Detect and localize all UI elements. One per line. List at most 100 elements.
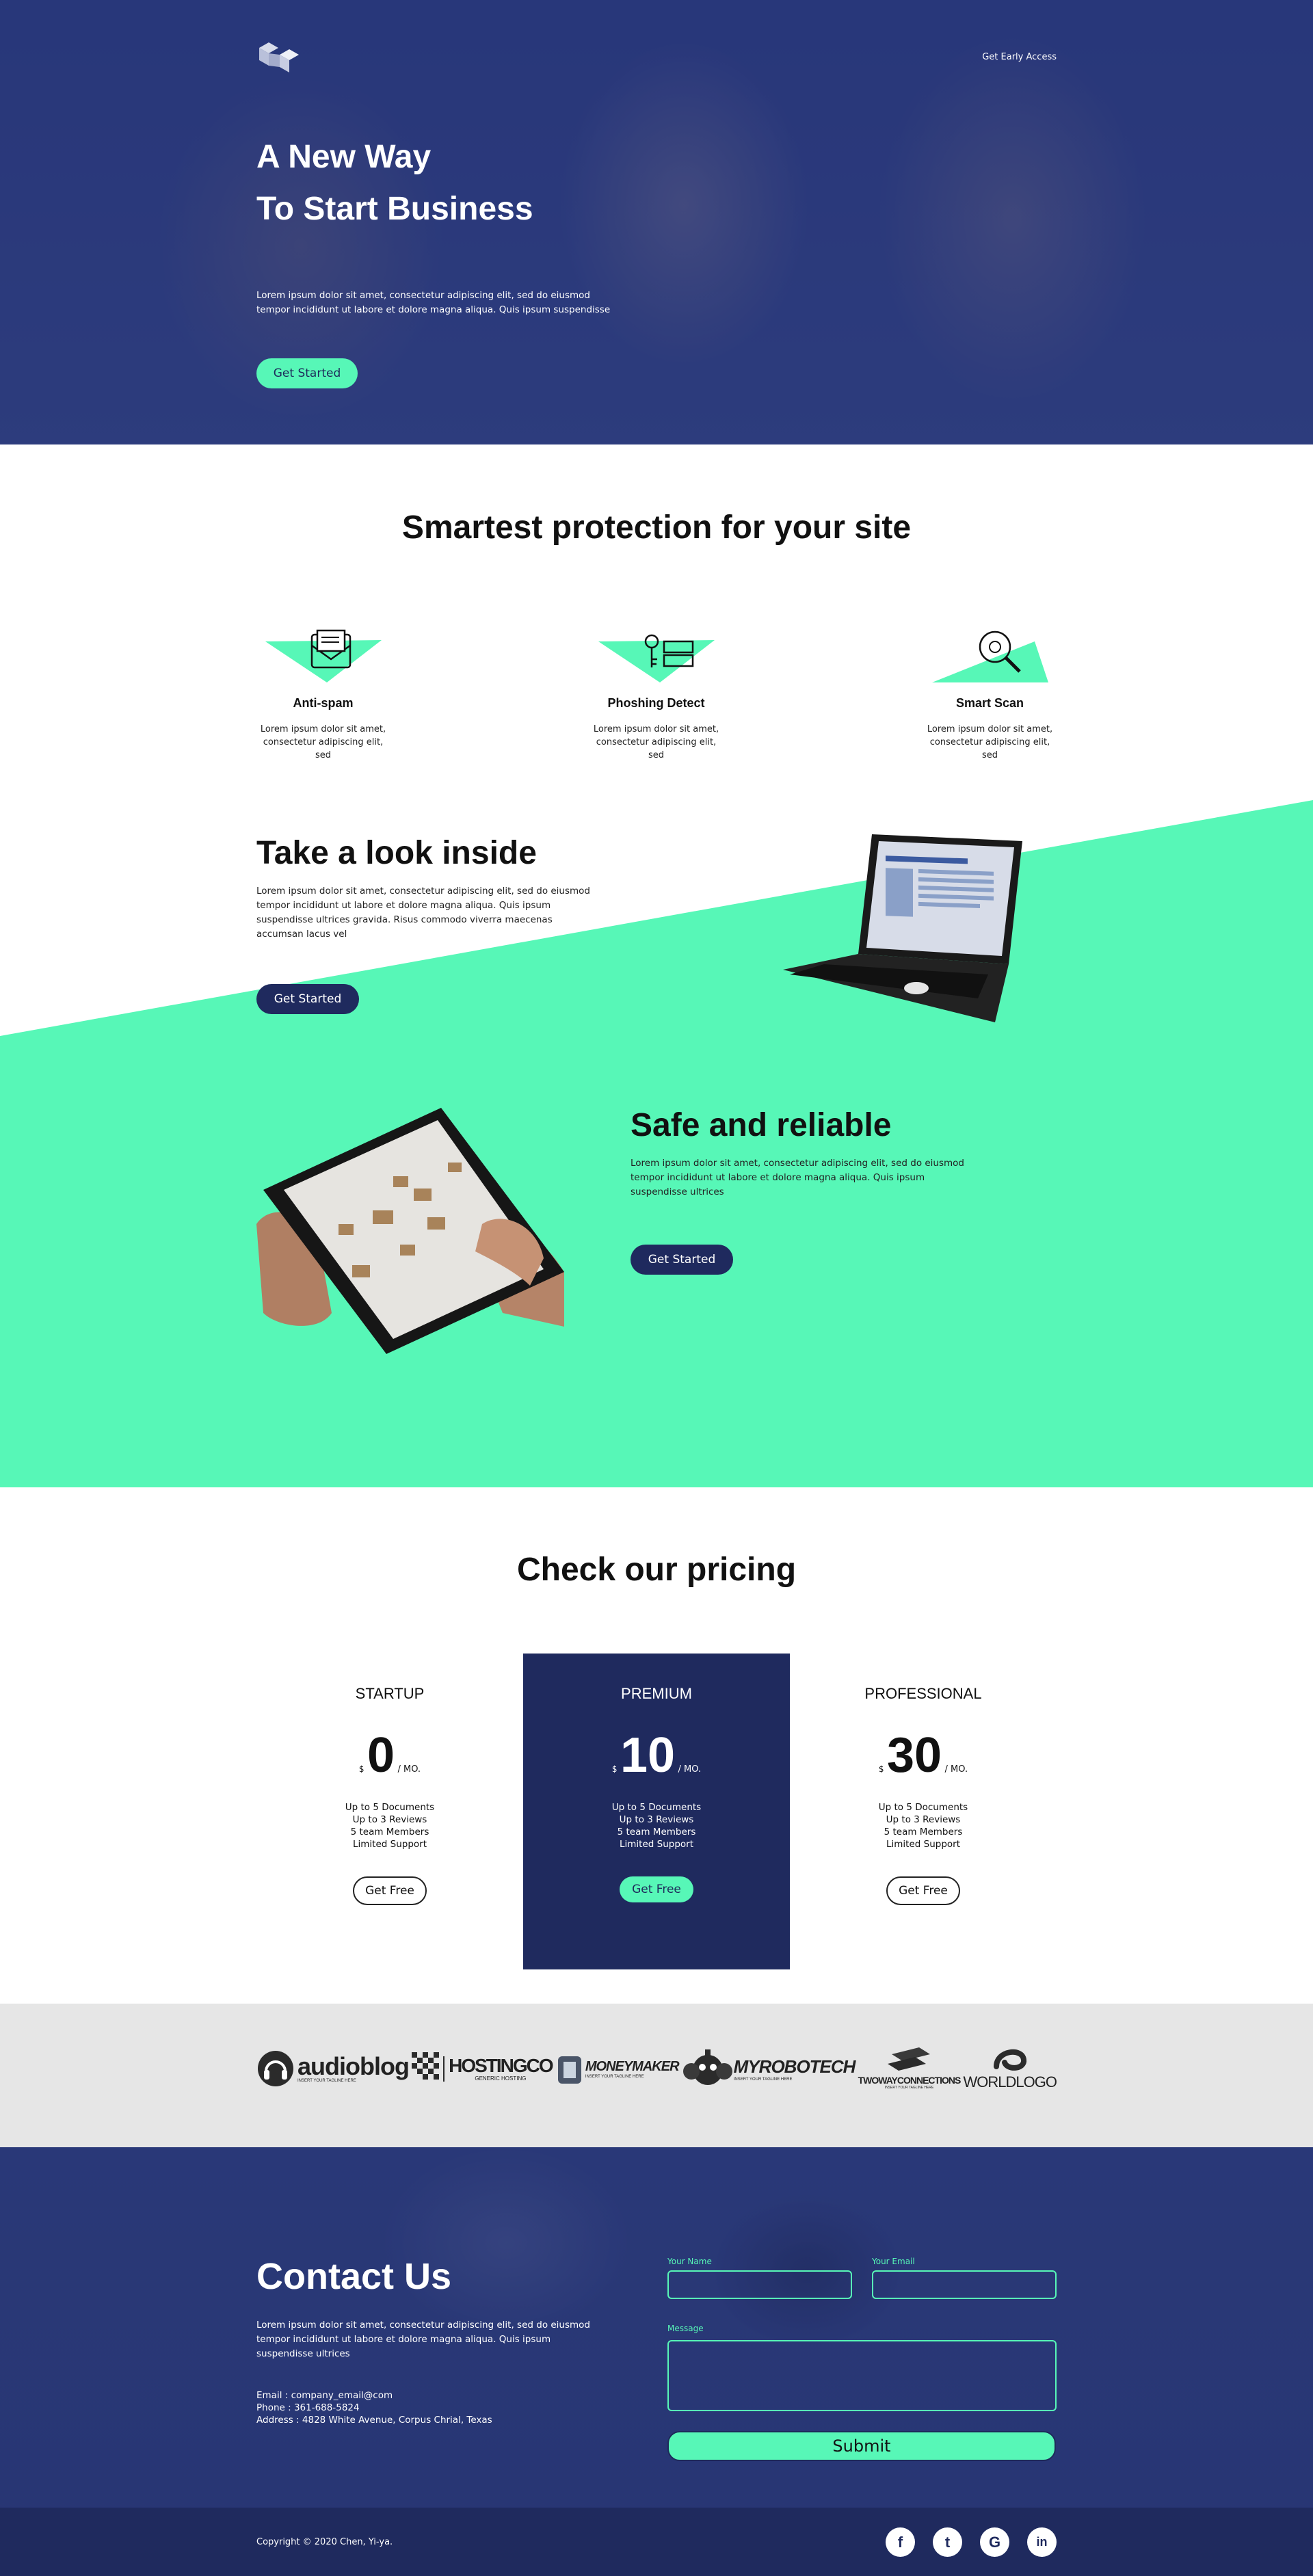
robot-icon [682,2049,732,2085]
name-field[interactable] [667,2270,852,2299]
plan-feature: Limited Support [620,1839,693,1850]
feature-title: Anti-spam [293,696,354,710]
pricing-card-professional: PROFESSIONAL $ 30 / MO. Up to 5 Document… [790,1654,1057,1969]
plan-feature: Up to 3 Reviews [619,1814,694,1825]
inside-get-started-button[interactable]: Get Started [256,984,359,1014]
email-label: Your Email [872,2257,915,2266]
professional-get-free-button[interactable]: Get Free [886,1876,960,1905]
social-links: f t G in [886,2527,1057,2557]
plan-currency: $ [358,1764,364,1774]
twitter-icon[interactable]: t [933,2527,962,2557]
tablet-image [256,1108,564,1354]
feature-text: Lorem ipsum dolor sit amet, consectetur … [927,724,1053,760]
contact-phone: Phone : 361-688-5824 [256,2402,360,2413]
plan-feature: Limited Support [886,1839,960,1850]
contact-text: Lorem ipsum dolor sit amet, consectetur … [256,2320,591,2359]
google-icon[interactable]: G [980,2527,1009,2557]
plan-amount: 0 [367,1728,395,1783]
startup-get-free-button[interactable]: Get Free [353,1876,427,1905]
plan-price: $ 30 / MO. [790,1727,1057,1783]
linkedin-icon[interactable]: in [1027,2527,1057,2557]
pricing-title: Check our pricing [516,1552,797,1588]
plan-currency: $ [611,1764,618,1774]
inside-text: Lorem ipsum dolor sit amet, consectetur … [256,886,591,940]
plan-feature: Up to 3 Reviews [886,1814,961,1825]
hero-title-line-1: A New Way [256,139,432,175]
plan-feature: 5 team Members [350,1827,429,1837]
logo-sub-text: INSERT YOUR TAGLINE HERE [884,2086,934,2090]
logo-main-text: audioblog [297,2052,410,2080]
plan-price: $ 10 / MO. [523,1727,790,1783]
footer: Copyright © 2020 Chen, Yi-ya. f t G in [0,2508,1313,2576]
plan-period: / MO. [944,1764,968,1775]
plan-name: STARTUP [355,1685,425,1702]
hero-text: Lorem ipsum dolor sit amet, consectetur … [256,290,611,315]
logo-myrobotech: MYROBOTECH INSERT YOUR TAGLINE HERE [682,2048,856,2089]
facebook-icon[interactable]: f [886,2527,915,2557]
features-section: Smartest protection for your site Anti-s… [0,444,1313,800]
plan-feature: Limited Support [353,1839,427,1850]
logo-sub-text: GENERIC HOSTING [475,2075,527,2082]
copyright-text: Copyright © 2020 Chen, Yi-ya. [256,2537,393,2547]
logo-sub-text: INSERT YOUR TAGLINE HERE [585,2074,644,2079]
logo-worldlogo: WORLDLOGO [963,2046,1057,2091]
pricing-card-premium: PREMIUM $ 10 / MO. Up to 5 Documents Up … [523,1654,790,1969]
contact-email: Email : company_email@com [256,2390,393,2401]
plan-feature: Up to 3 Reviews [352,1814,427,1825]
message-field[interactable] [667,2340,1057,2411]
plan-features: Up to 5 Documents Up to 3 Reviews 5 team… [523,1801,790,1850]
logo-main-text: WORLDLOGO [963,2073,1057,2090]
features-title: Smartest protection for your site [401,509,912,546]
inside-title: Take a look inside [256,835,537,871]
plan-feature: Up to 5 Documents [345,1802,435,1813]
plan-period: / MO. [678,1764,702,1775]
worldlogo-mark-icon [993,2049,1026,2071]
brand-logo[interactable] [256,42,302,72]
checker-icon [412,2052,440,2080]
plan-amount: 30 [886,1728,942,1783]
safe-get-started-button[interactable]: Get Started [631,1245,733,1275]
hero-get-started-button[interactable]: Get Started [256,358,358,388]
hero-title-line-2: To Start Business [256,191,533,227]
feature-title: Smart Scan [955,696,1024,710]
logo-main-text: TWOWAYCONNECTIONS [858,2075,961,2086]
plan-amount: 10 [620,1728,676,1783]
contact-overlay [0,2147,1313,2508]
submit-button[interactable]: Submit [667,2431,1056,2461]
email-field[interactable] [872,2270,1057,2299]
premium-get-free-button[interactable]: Get Free [620,1876,693,1902]
feature-title: Phoshing Detect [607,696,705,710]
key-card-icon [598,621,715,682]
feature-text: Lorem ipsum dolor sit amet, consectetur … [593,724,719,760]
inside-safe-section: Take a look inside Lorem ipsum dolor sit… [0,800,1313,1487]
feature-smart-scan: Smart Scan Lorem ipsum dolor sit amet, c… [923,621,1057,762]
plan-features: Up to 5 Documents Up to 3 Reviews 5 team… [790,1801,1057,1850]
safe-block: Safe and reliable Lorem ipsum dolor sit … [631,1106,972,1275]
pricing-card-startup: STARTUP $ 0 / MO. Up to 5 Documents Up t… [256,1654,523,1969]
plan-name: PREMIUM [621,1685,692,1702]
logo-moneymaker: MONEYMAKER INSERT YOUR TAGLINE HERE [555,2049,680,2088]
plan-feature: 5 team Members [884,1827,963,1837]
inside-block: Take a look inside Lorem ipsum dolor sit… [256,834,598,1014]
logo-hostingco: HOSTINGCO GENERIC HOSTING [412,2049,554,2088]
safe-title: Safe and reliable [631,1107,892,1143]
feature-text: Lorem ipsum dolor sit amet, consectetur … [260,724,386,760]
feature-phishing-detect: Phoshing Detect Lorem ipsum dolor sit am… [589,621,723,762]
plan-currency: $ [878,1764,884,1774]
plan-name: PROFESSIONAL [864,1685,982,1702]
headphones-icon [258,2051,293,2086]
plan-feature: 5 team Members [617,1827,696,1837]
contact-title: Contact Us [256,2256,452,2297]
twoway-mark-icon [888,2047,931,2071]
contact-section: Contact Us Lorem ipsum dolor sit amet, c… [0,2147,1313,2508]
name-label: Your Name [667,2257,712,2266]
logo-main-text: MYROBOTECH [733,2056,856,2077]
contact-info: Email : company_email@com Phone : 361-68… [256,2389,492,2426]
feature-anti-spam: Anti-spam Lorem ipsum dolor sit amet, co… [256,621,390,762]
logo-main-text: HOSTINGCO [449,2054,554,2076]
hero-title: A New Way To Start Business [256,131,533,235]
logo-sub-text: INSERT YOUR TAGLINE HERE [733,2077,793,2082]
get-early-access-link[interactable]: Get Early Access [982,52,1057,62]
laptop-image [783,834,1022,1022]
logo-twowayconnections: TWOWAYCONNECTIONS INSERT YOUR TAGLINE HE… [858,2047,961,2090]
